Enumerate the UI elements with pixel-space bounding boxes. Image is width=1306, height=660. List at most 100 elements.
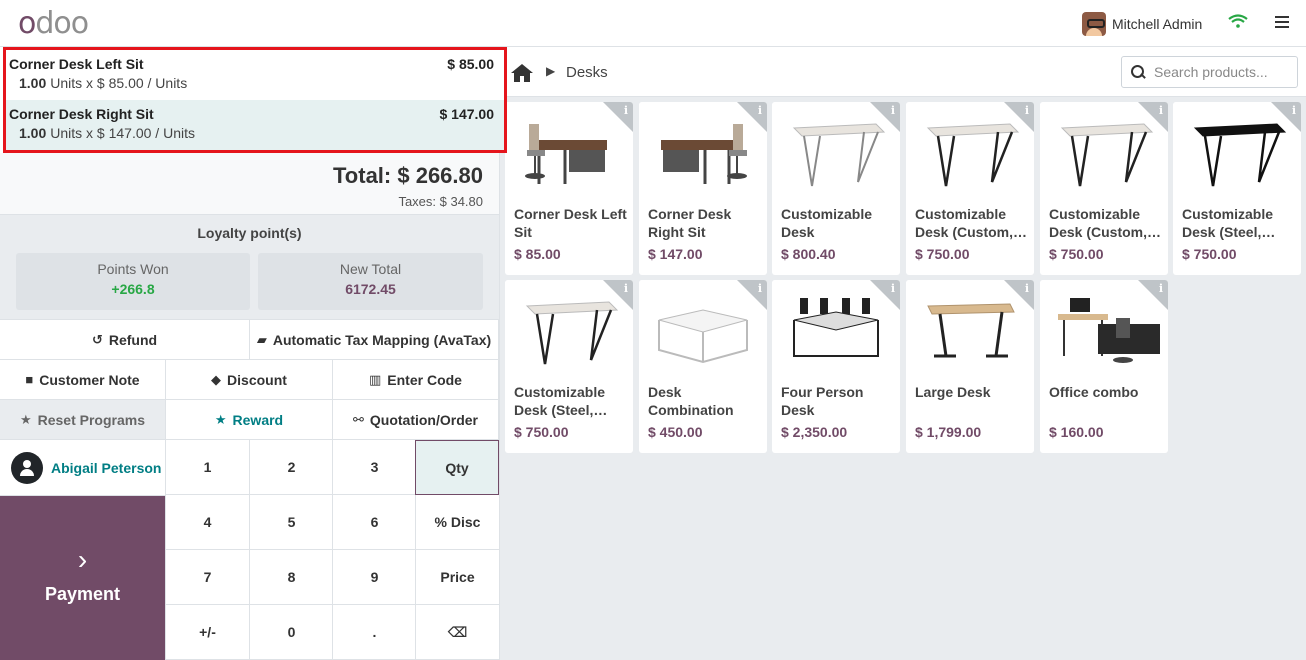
reward-button[interactable]: ★ Reward bbox=[166, 400, 333, 440]
product-card[interactable]: i Customizable Desk (Custom,… $ 750.00 bbox=[1040, 102, 1168, 275]
points-won-value: +266.8 bbox=[111, 281, 155, 297]
chevron-right-icon: ▶ bbox=[546, 64, 556, 78]
quotation-order-button[interactable]: ⚯ Quotation/Order bbox=[333, 400, 499, 440]
discount-button[interactable]: ◆ Discount bbox=[166, 360, 333, 400]
info-icon[interactable] bbox=[1138, 280, 1168, 310]
search-icon bbox=[1131, 65, 1145, 79]
info-icon[interactable] bbox=[603, 280, 633, 310]
search-box[interactable] bbox=[1121, 56, 1298, 88]
info-icon[interactable] bbox=[737, 102, 767, 132]
product-price: $ 750.00 bbox=[1182, 246, 1237, 262]
product-name: Desk Combination bbox=[648, 384, 734, 418]
note-icon: ■ bbox=[25, 372, 34, 387]
product-price: $ 2,350.00 bbox=[781, 424, 848, 440]
numpad-7[interactable]: 7 bbox=[165, 550, 249, 605]
hamburger-icon[interactable] bbox=[1275, 16, 1289, 30]
customer-name: Abigail Peterson bbox=[51, 459, 162, 476]
order-line-name: Corner Desk Left Sit bbox=[9, 56, 144, 72]
chevron-right-icon: › bbox=[77, 544, 88, 575]
products-area: ▶ Desks i Corner Desk Left Sit $ 85.00 bbox=[500, 47, 1306, 660]
order-line-price: $ 147.00 bbox=[439, 106, 495, 122]
top-bar: odoo Mitchell Admin bbox=[0, 0, 1306, 47]
search-input[interactable] bbox=[1154, 64, 1294, 80]
tax-mapping-button[interactable]: ▰ Automatic Tax Mapping (AvaTax) bbox=[250, 320, 499, 360]
order-line-price: $ 85.00 bbox=[447, 56, 494, 72]
product-card[interactable]: i Customizable Desk (Custom,… $ 750.00 bbox=[906, 102, 1034, 275]
numpad-4[interactable]: 4 bbox=[165, 495, 249, 550]
product-name: Corner Desk Right Sit bbox=[648, 206, 732, 240]
order-line-name: Corner Desk Right Sit bbox=[9, 106, 154, 122]
loyalty-section: Loyalty point(s) Points Won +266.8 New T… bbox=[0, 215, 499, 320]
barcode-icon: ▥ bbox=[369, 371, 382, 387]
breadcrumb-category[interactable]: Desks bbox=[566, 64, 608, 81]
product-card[interactable]: i Desk Combination $ 450.00 bbox=[639, 280, 767, 453]
user-icon bbox=[11, 451, 43, 484]
loyalty-title: Loyalty point(s) bbox=[197, 225, 302, 241]
product-name: Customizable Desk (Custom,… bbox=[1049, 206, 1162, 240]
enter-code-button[interactable]: ▥ Enter Code bbox=[333, 360, 499, 400]
numpad-decimal[interactable]: . bbox=[332, 605, 416, 660]
numpad-0[interactable]: 0 bbox=[249, 605, 333, 660]
numpad-3[interactable]: 3 bbox=[332, 440, 416, 495]
order-line-selected[interactable]: Corner Desk Right Sit $ 147.00 1.00 Units… bbox=[6, 100, 504, 150]
new-total-value: 6172.45 bbox=[345, 281, 396, 297]
product-card[interactable]: i Corner Desk Right Sit $ 147.00 bbox=[639, 102, 767, 275]
product-price: $ 160.00 bbox=[1049, 424, 1104, 440]
customer-note-button[interactable]: ■ Customer Note bbox=[0, 360, 166, 400]
product-card[interactable]: i Customizable Desk (Steel,… $ 750.00 bbox=[1173, 102, 1301, 275]
breadcrumb-bar: ▶ Desks bbox=[500, 47, 1306, 97]
refund-button[interactable]: ↺ Refund bbox=[0, 320, 250, 360]
info-icon[interactable] bbox=[1004, 280, 1034, 310]
numpad-6[interactable]: 6 bbox=[332, 495, 416, 550]
product-name: Corner Desk Left Sit bbox=[514, 206, 627, 240]
product-name: Large Desk bbox=[915, 384, 991, 400]
product-price: $ 750.00 bbox=[514, 424, 569, 440]
product-name: Four Person Desk bbox=[781, 384, 864, 418]
order-taxes: Taxes: $ 34.80 bbox=[398, 194, 483, 209]
info-icon[interactable] bbox=[870, 280, 900, 310]
numpad-qty-mode[interactable]: Qty bbox=[415, 440, 499, 495]
payment-button[interactable]: › Payment bbox=[0, 496, 165, 660]
info-icon[interactable] bbox=[603, 102, 633, 132]
order-total: Total: $ 266.80 bbox=[333, 163, 483, 188]
product-card[interactable]: i Large Desk $ 1,799.00 bbox=[906, 280, 1034, 453]
info-icon[interactable] bbox=[1138, 102, 1168, 132]
odoo-logo[interactable]: odoo bbox=[18, 6, 89, 41]
product-name: Customizable Desk (Aluminiu… bbox=[781, 206, 873, 240]
product-name: Customizable Desk (Steel,… bbox=[1182, 206, 1276, 240]
product-card[interactable]: i Customizable Desk (Aluminiu… $ 800.40 bbox=[772, 102, 900, 275]
payment-label: Payment bbox=[44, 584, 121, 604]
numpad-8[interactable]: 8 bbox=[249, 550, 333, 605]
numpad-discount-mode[interactable]: % Disc bbox=[415, 495, 499, 550]
order-line[interactable]: Corner Desk Left Sit $ 85.00 1.00 Units x… bbox=[6, 50, 504, 100]
reset-programs-button[interactable]: ★ Reset Programs bbox=[0, 400, 166, 440]
product-price: $ 750.00 bbox=[915, 246, 970, 262]
product-card[interactable]: i Four Person Desk $ 2,350.00 bbox=[772, 280, 900, 453]
info-icon[interactable] bbox=[1004, 102, 1034, 132]
home-icon[interactable] bbox=[510, 63, 534, 83]
star-icon: ★ bbox=[19, 411, 32, 427]
product-card[interactable]: i Corner Desk Left Sit $ 85.00 bbox=[505, 102, 633, 275]
wifi-icon[interactable] bbox=[1228, 14, 1248, 28]
numpad-backspace-icon[interactable]: ⌫ bbox=[415, 605, 499, 660]
undo-icon: ↺ bbox=[91, 331, 103, 347]
numpad-5[interactable]: 5 bbox=[249, 495, 333, 550]
user-menu[interactable]: Mitchell Admin bbox=[1082, 11, 1202, 37]
tag-icon: ◆ bbox=[211, 371, 222, 387]
customer-button[interactable]: Abigail Peterson bbox=[0, 440, 165, 496]
numpad-2[interactable]: 2 bbox=[249, 440, 333, 495]
user-name: Mitchell Admin bbox=[1112, 16, 1203, 32]
info-icon[interactable] bbox=[1271, 102, 1301, 132]
product-card[interactable]: i Office combo $ 160.00 bbox=[1040, 280, 1168, 453]
numpad-price-mode[interactable]: Price bbox=[415, 550, 499, 605]
info-icon[interactable] bbox=[737, 280, 767, 310]
numpad-9[interactable]: 9 bbox=[332, 550, 416, 605]
link-icon: ⚯ bbox=[352, 411, 364, 427]
product-card[interactable]: i Customizable Desk (Steel,… $ 750.00 bbox=[505, 280, 633, 453]
numpad-plus-minus[interactable]: +/- bbox=[165, 605, 249, 660]
product-price: $ 147.00 bbox=[648, 246, 703, 262]
info-icon[interactable] bbox=[870, 102, 900, 132]
order-panel: Corner Desk Left Sit $ 85.00 1.00 Units x… bbox=[0, 47, 507, 660]
numpad-1[interactable]: 1 bbox=[165, 440, 249, 495]
user-avatar bbox=[1082, 12, 1106, 36]
